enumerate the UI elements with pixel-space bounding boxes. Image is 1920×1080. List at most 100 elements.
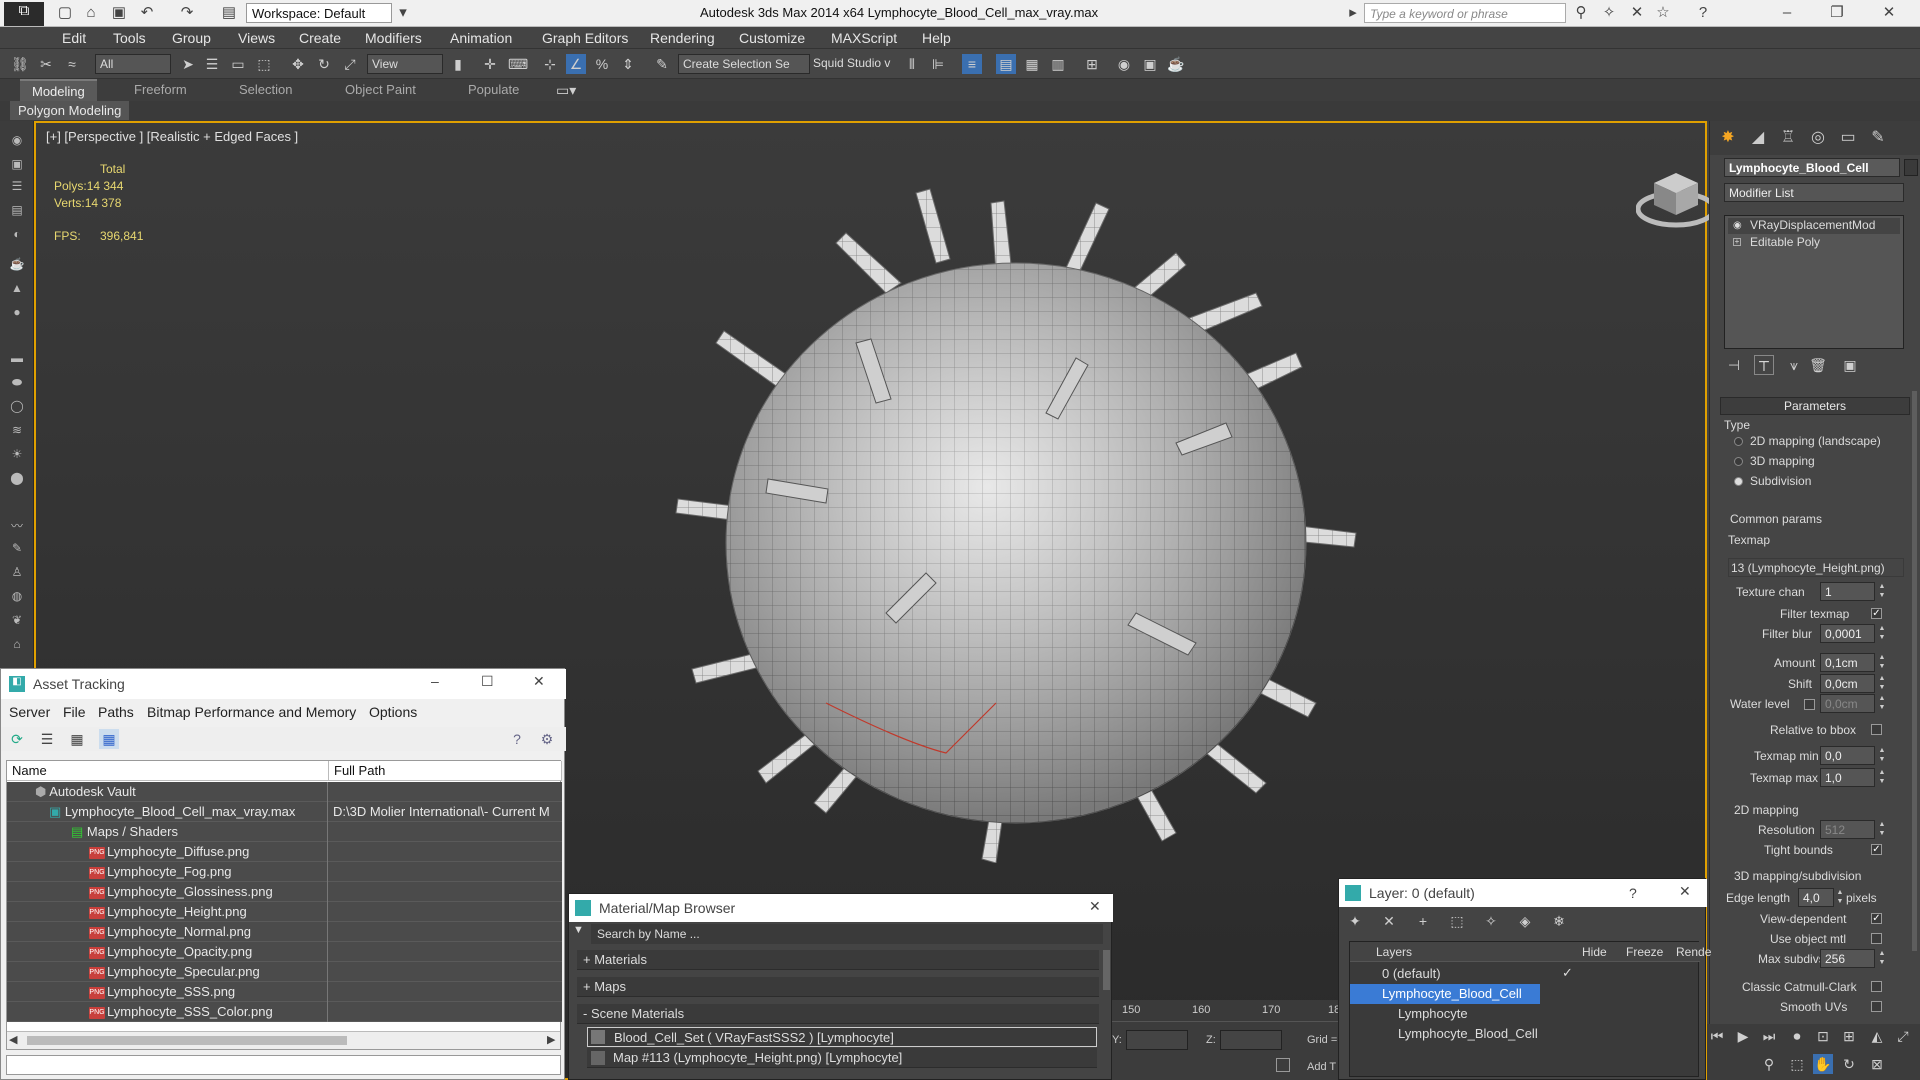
eye-icon[interactable]: ◉ [7,133,27,151]
table-row[interactable]: PNG Lymphocyte_Opacity.png [7,942,562,962]
reference-coord-dropdown[interactable]: View [367,54,443,74]
zoom-extents-icon[interactable]: ⊡ [1813,1026,1833,1046]
pan-hand-icon[interactable]: ✋ [1813,1054,1833,1074]
filter-blur-input[interactable]: 0,0001 [1820,624,1875,643]
water-level-checkbox[interactable] [1804,699,1815,710]
app-menu-icon[interactable]: ⧉ [4,2,44,26]
menu-edit[interactable]: Edit [62,30,86,46]
table-row[interactable]: PNG Lymphocyte_Glossiness.png [7,882,562,902]
mirror-icon[interactable]: ⫴ [902,54,922,74]
freeze-all-layers-icon[interactable]: ❄ [1549,911,1569,931]
table-row[interactable]: PNG Lymphocyte_SSS_Color.png [7,1002,562,1022]
create-tab-icon[interactable]: ✸ [1716,127,1740,149]
menu-graph-editors[interactable]: Graph Editors [542,30,628,46]
display-tab-icon[interactable]: ▭ [1836,127,1860,149]
box-icon[interactable]: ▣ [7,157,27,175]
go-to-start-icon[interactable]: ⏮ [1707,1026,1727,1046]
next-frame-icon[interactable]: ⏭ [1759,1026,1779,1046]
light-bulb-icon[interactable]: ◉ [1733,220,1742,231]
asset-menu-paths[interactable]: Paths [98,704,134,720]
texmap-min-spinner[interactable]: ▲ ▼ [1878,746,1886,765]
select-manipulate-icon[interactable]: ✛ [480,54,500,74]
new-file-icon[interactable]: ▢ [56,4,74,22]
layers-icon[interactable]: ▤ [7,203,27,221]
edit-named-selection-icon[interactable]: ✎ [652,54,672,74]
help-icon[interactable]: ? [1694,4,1712,22]
zoom-region-icon[interactable]: ⬚ [1787,1054,1807,1074]
play-icon[interactable]: ▶ [1733,1026,1753,1046]
communication-icon[interactable]: ✕ [1628,4,1646,22]
scale-icon[interactable]: ⤢ [340,54,360,74]
table-row[interactable]: PNG Lymphocyte_Height.png [7,902,562,922]
time-ruler[interactable]: 150 160 170 18 [1112,1000,1340,1022]
radio-2d-mapping[interactable] [1734,437,1743,446]
material-browser-close-icon[interactable]: ✕ [1089,898,1101,915]
delete-layer-icon[interactable]: ✕ [1379,911,1399,931]
stack-item-editable-poly[interactable]: Editable Poly [1728,235,1900,251]
water-level-spinner[interactable]: ▲ ▼ [1878,694,1886,713]
move-icon[interactable]: ✥ [288,54,308,74]
edge-length-input[interactable]: 4,0 [1798,888,1834,907]
expand-plus-icon[interactable]: + [1733,238,1741,246]
amount-input[interactable]: 0,1cm [1820,653,1875,672]
save-icon[interactable]: ▣ [110,4,128,22]
close-icon[interactable]: ✕ [1880,4,1898,22]
customize-toolbar-icon[interactable]: ▾ [394,4,412,22]
link-icon[interactable]: ⛓ [10,54,30,74]
texmap-max-input[interactable]: 1,0 [1820,768,1875,787]
named-selection-dropdown[interactable]: Create Selection Se [678,54,810,74]
smooth-uvs-checkbox[interactable] [1871,1001,1882,1012]
wave-icon[interactable]: 〰 [7,517,27,535]
asset-minimize-icon[interactable]: – [431,673,439,689]
minimize-icon[interactable]: – [1778,4,1796,22]
maximize-toggle-icon[interactable]: ⊠ [1867,1054,1887,1074]
bind-spacewarp-icon[interactable]: ≈ [62,54,82,74]
keyboard-shortcut-icon[interactable]: ⌨ [508,54,528,74]
texmap-button[interactable]: 13 (Lymphocyte_Height.png) [1728,558,1904,577]
expand-search-icon[interactable]: ▸ [1344,4,1362,22]
tab-populate[interactable]: Populate [456,79,531,101]
layer-row-blood-cell-object[interactable]: Lymphocyte_Blood_Cell [1350,1024,1700,1044]
select-in-layer-icon[interactable]: ⬚ [1447,911,1467,931]
zoom-all-icon[interactable]: ⊞ [1839,1026,1859,1046]
table-row[interactable]: ⬢ Autodesk Vault [7,782,562,802]
utilities-tab-icon[interactable]: ✎ [1866,127,1890,149]
sphere-icon[interactable]: ● [7,305,27,323]
materials-section[interactable]: + Materials [577,950,1099,970]
catmull-clark-checkbox[interactable] [1871,981,1882,992]
rotate-icon[interactable]: ↻ [314,54,334,74]
material-editor-icon[interactable]: ◉ [1114,54,1134,74]
show-end-result-icon[interactable]: ⊤ [1754,355,1774,375]
asset-menu-bitmap[interactable]: Bitmap Performance and Memory [147,704,356,720]
material-search-input[interactable]: Search by Name ... [591,924,1103,944]
hide-all-layers-icon[interactable]: ◈ [1515,911,1535,931]
subscription-icon[interactable]: ✧ [1600,4,1618,22]
table-view-icon[interactable]: ▦ [99,729,119,749]
menu-maxscript[interactable]: MAXScript [831,30,897,46]
command-panel-scrollbar[interactable] [1912,391,1917,951]
menu-tools[interactable]: Tools [113,30,146,46]
select-by-name-icon[interactable]: ☰ [202,54,222,74]
shift-spinner[interactable]: ▲ ▼ [1878,674,1886,693]
restore-icon[interactable]: ❐ [1828,4,1846,22]
radio-3d-mapping[interactable] [1734,457,1743,466]
snaps-toggle-icon[interactable]: ⊹ [540,54,560,74]
menu-animation[interactable]: Animation [450,30,512,46]
menu-customize[interactable]: Customize [739,30,805,46]
workspace-dropdown[interactable]: Workspace: Default [246,3,392,23]
add-time-tag[interactable]: Add T [1307,1061,1336,1073]
modify-tab-icon[interactable]: ◢ [1746,127,1770,149]
zoom-icon[interactable]: ⚲ [1759,1054,1779,1074]
add-to-layer-icon[interactable]: + [1413,911,1433,931]
scene-explorer-icon[interactable]: ≡ [962,54,982,74]
configure-sets-icon[interactable]: ▣ [1840,355,1860,375]
rect-selection-icon[interactable]: ▭ [228,54,248,74]
filter-blur-spinner[interactable]: ▲ ▼ [1878,624,1886,643]
layer-help-icon[interactable]: ? [1629,885,1637,901]
max-subdivs-spinner[interactable]: ▲ ▼ [1878,949,1886,968]
radio-subdivision[interactable] [1734,477,1743,486]
table-row[interactable]: PNG Lymphocyte_Normal.png [7,922,562,942]
undo-icon[interactable]: ↶ [138,4,156,22]
maps-section[interactable]: + Maps [577,977,1099,997]
ribbon-toggle-icon[interactable]: ▭▾ [556,80,576,100]
